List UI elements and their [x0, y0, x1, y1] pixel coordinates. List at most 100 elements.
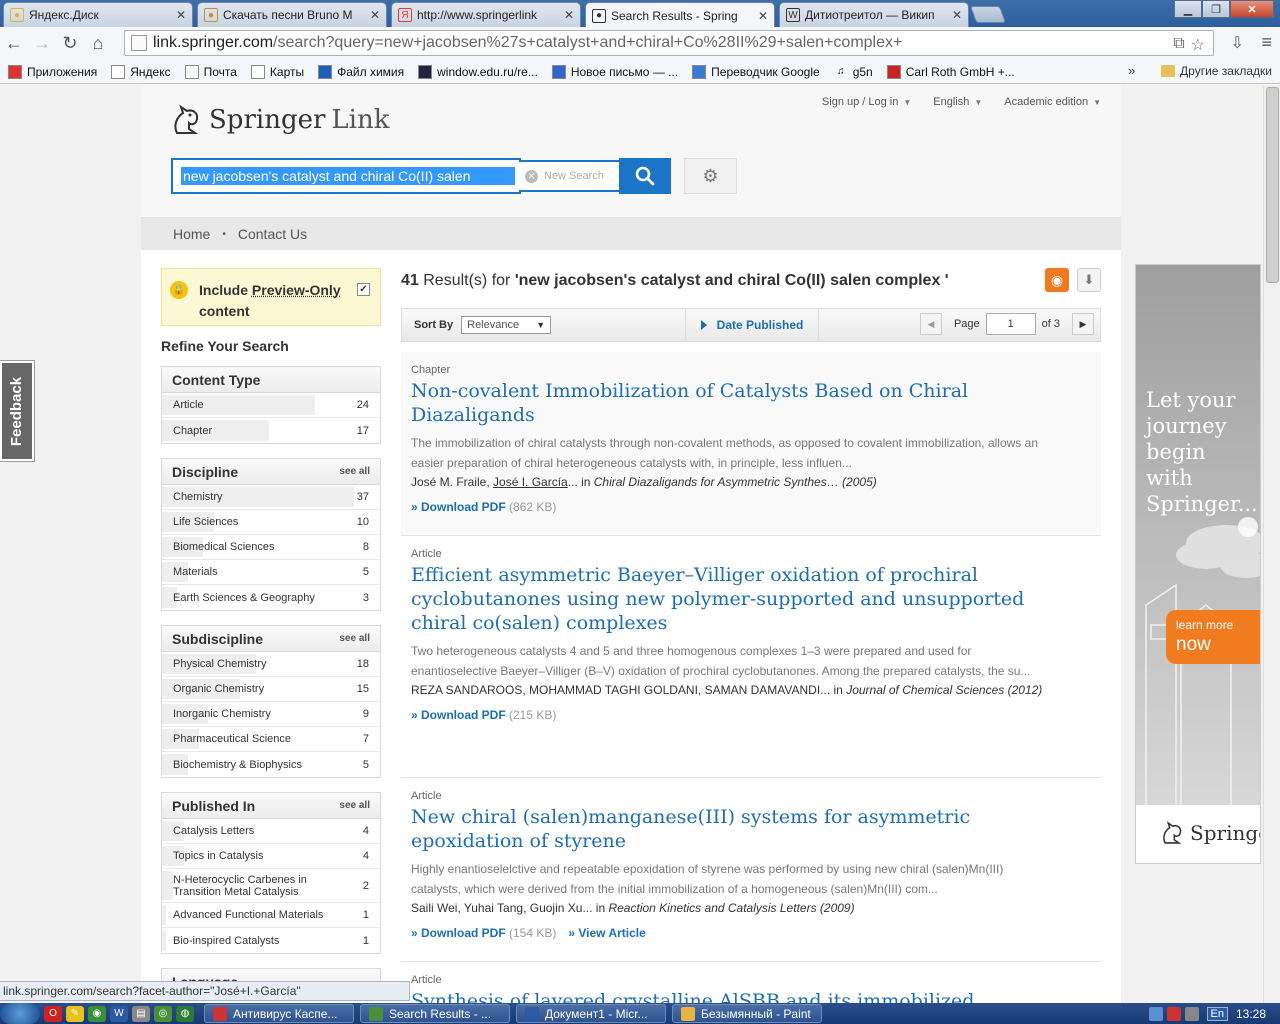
bookmark-item[interactable]: Carl Roth GmbH +... — [886, 64, 1015, 79]
bookmark-star-icon[interactable]: ☆ — [1191, 35, 1205, 55]
close-tab-icon[interactable]: ✕ — [758, 9, 768, 23]
bookmark-item[interactable]: Карты — [250, 64, 304, 79]
minimize-icon[interactable]: ▁ — [1174, 0, 1202, 18]
taskbar-task[interactable]: Search Results - ... — [360, 1004, 510, 1023]
network-icon[interactable] — [1148, 1006, 1163, 1021]
close-tab-icon[interactable]: ✕ — [564, 8, 574, 22]
forward-icon[interactable]: → — [28, 30, 56, 58]
facet-item[interactable]: Catalysis Letters 4 — [162, 819, 380, 844]
browser-tab[interactable]: W Дитиотреитол — Викип ✕ — [779, 2, 969, 27]
facet-item[interactable]: Inorganic Chemistry 9 — [162, 702, 380, 727]
facet-item[interactable]: Life Sciences 10 — [162, 510, 380, 535]
kaspersky-tray-icon[interactable] — [1166, 1006, 1181, 1021]
close-tab-icon[interactable]: ✕ — [370, 8, 380, 22]
springer-link-logo[interactable]: Springer Link — [171, 103, 390, 137]
download-results-icon[interactable]: ⬇ — [1077, 268, 1101, 292]
bookmark-item[interactable]: Почта — [184, 64, 237, 79]
view-article-link[interactable]: » View Article — [568, 926, 645, 940]
bookmark-item[interactable]: Файл химия — [318, 64, 404, 79]
browser-tab[interactable]: ● Яндекс.Диск ✕ — [3, 2, 193, 27]
back-icon[interactable]: ← — [0, 30, 28, 58]
springer-ad-banner[interactable]: Let your journey begin with Springer... … — [1135, 264, 1261, 864]
contact-us-link[interactable]: Contact Us — [238, 226, 307, 242]
result-source[interactable]: Chiral Diazaligands for Asymmetric Synth… — [594, 475, 877, 489]
sign-up-login-link[interactable]: Sign up / Log in ▼ — [822, 96, 911, 108]
facet-item[interactable]: Pharmaceutical Science 7 — [162, 727, 380, 752]
address-bar[interactable]: link.springer.com /search?query=new+jaco… — [124, 30, 1214, 56]
feedback-tab[interactable]: Feedback — [0, 360, 35, 462]
bookmark-item[interactable]: window.edu.ru/re... — [418, 64, 538, 79]
facet-item[interactable]: Chemistry 37 — [162, 485, 380, 510]
quicklaunch-icon[interactable]: ◍ — [176, 1005, 194, 1022]
new-tab-button[interactable] — [969, 6, 1007, 23]
bookmark-item[interactable]: Переводчик Google — [692, 64, 820, 79]
result-source[interactable]: Journal of Chemical Sciences (2012) — [846, 683, 1042, 697]
close-tab-icon[interactable]: ✕ — [176, 8, 186, 22]
close-tab-icon[interactable]: ✕ — [952, 8, 962, 22]
date-published-sort[interactable]: Date Published — [685, 309, 819, 341]
search-button[interactable] — [619, 158, 671, 194]
bookmark-item[interactable]: Яндекс — [111, 64, 171, 79]
home-link[interactable]: Home — [173, 226, 210, 242]
facet-item[interactable]: Physical Chemistry 18 — [162, 652, 380, 677]
start-button[interactable] — [0, 1003, 40, 1024]
preview-checkbox[interactable]: ✓ — [357, 283, 370, 296]
author-link[interactable]: José I. García — [493, 475, 568, 489]
chrome-icon[interactable]: ◎ — [154, 1005, 172, 1022]
facet-item[interactable]: Organic Chemistry 15 — [162, 677, 380, 702]
facet-item[interactable]: Advanced Functional Materials 1 — [162, 903, 380, 928]
restore-icon[interactable]: ❐ — [1202, 0, 1230, 18]
bookmark-item[interactable]: Приложения — [8, 64, 97, 79]
browser-tab[interactable]: Яhttp://www.springerlink ✕ — [391, 2, 581, 27]
language-indicator[interactable]: En — [1206, 1006, 1228, 1021]
result-title-link[interactable]: Non-covalent Immobilization of Catalysts… — [411, 379, 1031, 427]
facet-item[interactable]: Bio-inspired Catalysts 1 — [162, 928, 380, 953]
reload-icon[interactable]: ↻ — [56, 30, 84, 58]
word-icon[interactable]: W — [110, 1005, 128, 1022]
preview-only-toggle[interactable]: 🔒 Include Preview-Only content ✓ — [161, 268, 381, 326]
scrollbar-thumb[interactable] — [1266, 87, 1279, 283]
opera-icon[interactable]: O — [44, 1005, 62, 1022]
bookmark-item[interactable]: Новое письмо — ... — [551, 64, 678, 79]
taskbar-task[interactable]: Документ1 - Micr... — [516, 1004, 666, 1023]
download-pdf-link[interactable]: » Download PDF — [411, 708, 506, 722]
facet-item[interactable]: Materials 5 — [162, 560, 380, 585]
result-title-link[interactable]: New chiral (salen)manganese(III) systems… — [411, 805, 1031, 853]
see-all-link[interactable]: see all — [339, 466, 370, 477]
facet-item[interactable]: Earth Sciences & Geography 3 — [162, 585, 380, 610]
quicklaunch-icon[interactable]: ✎ — [66, 1005, 84, 1022]
language-select[interactable]: English ▼ — [933, 96, 982, 108]
facet-item[interactable]: Article 24 — [162, 393, 380, 418]
search-input[interactable]: new jacobsen's catalyst and chiral Co(II… — [171, 158, 521, 194]
facet-item[interactable]: Biomedical Sciences 8 — [162, 535, 380, 560]
sort-select[interactable]: Relevance ▼ — [461, 316, 552, 334]
facet-item[interactable]: N-Heterocyclic Carbenes in Transition Me… — [162, 869, 380, 903]
learn-more-button[interactable]: learn more now — [1166, 610, 1260, 664]
facet-item[interactable]: Chapter 17 — [162, 418, 380, 443]
result-source[interactable]: Reaction Kinetics and Catalysis Letters … — [608, 901, 854, 915]
bookmark-item[interactable]: ♫ g5n — [834, 65, 873, 79]
rss-feed-icon[interactable]: ◉ — [1045, 268, 1069, 292]
bookmarks-overflow[interactable]: » — [1128, 63, 1135, 78]
volume-icon[interactable] — [1184, 1006, 1199, 1021]
taskbar-task[interactable]: Безымянный - Paint — [672, 1004, 822, 1023]
browser-tab[interactable]: ● Скачать песни Bruno M ✕ — [197, 2, 387, 27]
page-input[interactable]: 1 — [985, 313, 1036, 335]
prev-page-icon[interactable]: ◀ — [919, 313, 942, 335]
home-icon[interactable]: ⌂ — [84, 30, 112, 58]
other-bookmarks[interactable]: Другие закладки — [1161, 64, 1272, 78]
see-all-link[interactable]: see all — [339, 800, 370, 811]
chrome-menu-icon[interactable]: ≡ — [1261, 32, 1272, 53]
close-window-icon[interactable]: ✕ — [1230, 0, 1274, 18]
see-all-link[interactable]: see all — [339, 633, 370, 644]
taskbar-task[interactable]: Антивирус Каспе... — [204, 1004, 354, 1023]
download-pdf-link[interactable]: » Download PDF — [411, 926, 506, 940]
quicklaunch-icon[interactable]: ▤ — [132, 1005, 150, 1022]
facet-item[interactable]: Biochemistry & Biophysics 5 — [162, 752, 380, 777]
browser-tab[interactable]: ● Search Results - Spring ✕ — [585, 2, 775, 28]
edition-select[interactable]: Academic edition ▼ — [1004, 96, 1101, 108]
facet-item[interactable]: Topics in Catalysis 4 — [162, 844, 380, 869]
next-page-icon[interactable]: ▶ — [1072, 313, 1094, 335]
translate-page-icon[interactable]: ⧉ — [1173, 35, 1184, 55]
new-search-button[interactable]: ✕ New Search — [519, 160, 619, 192]
